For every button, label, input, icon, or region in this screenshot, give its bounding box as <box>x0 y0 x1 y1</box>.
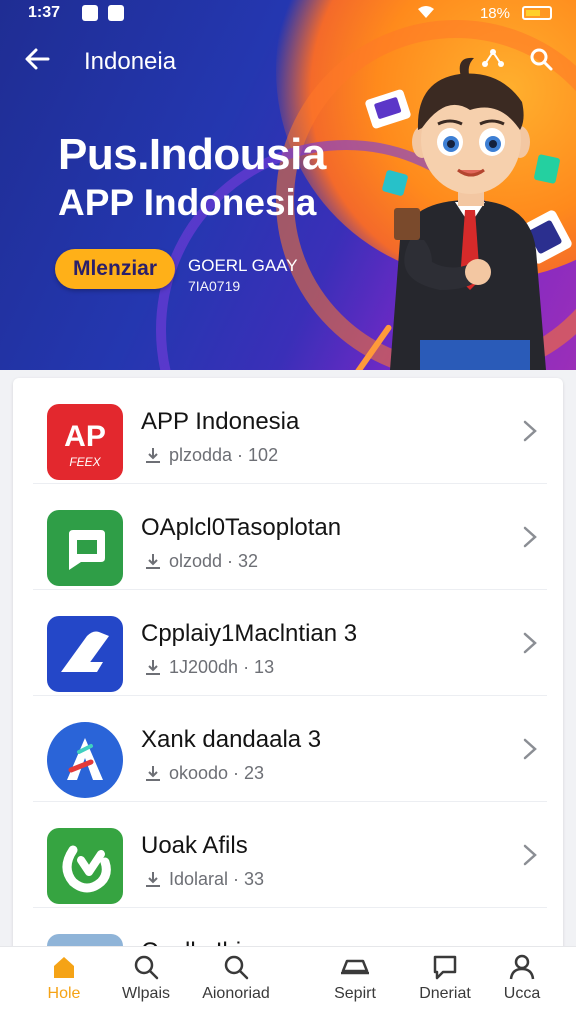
search-icon <box>224 955 249 980</box>
chevron-right-icon <box>523 420 537 442</box>
app-meta: okoodo · 23 <box>143 763 264 784</box>
nav-label: Hole <box>47 985 81 1002</box>
mascot-illustration <box>390 57 546 370</box>
hero-banner: 1:37 18% Indoneia Pus.Indousia APP Indon… <box>0 0 576 370</box>
share-icon[interactable] <box>480 46 506 72</box>
app-meta: Idolaral · 33 <box>143 869 264 890</box>
search-icon[interactable] <box>528 46 554 72</box>
home-icon <box>54 957 74 978</box>
nav-label: Wlpais <box>121 985 170 1002</box>
app-list: AP FEEX APP Indonesia plzodda · 102 OApl… <box>13 378 563 1024</box>
green-chat-app-icon <box>47 510 123 586</box>
nav-label: Sepirt <box>334 985 376 1002</box>
blue-arrow-app-icon <box>47 616 123 692</box>
chevron-right-icon <box>523 526 537 548</box>
app-name: OAplcl0Tasoplotan <box>141 514 342 541</box>
app-meta: plzodda · 102 <box>143 445 278 466</box>
green-refresh-app-icon <box>47 828 123 904</box>
app-name: Cpplaiy1Maclntian 3 <box>141 620 358 647</box>
app-name: Xank dandaala 3 <box>141 726 322 753</box>
notification-icon <box>82 5 98 21</box>
download-icon <box>146 766 160 781</box>
nav-ucca[interactable]: Ucca <box>490 947 554 1024</box>
nav-label: Dneriat <box>419 985 471 1002</box>
app-meta-text: Idolaral · 33 <box>169 869 265 889</box>
chat-icon <box>433 955 457 980</box>
status-bar: 1:37 18% <box>0 0 576 28</box>
apex-red-app-icon: AP FEEX <box>47 404 123 480</box>
car-icon <box>341 959 369 975</box>
app-meta: olzodd · 32 <box>143 551 258 572</box>
search-icon <box>134 955 159 980</box>
download-icon <box>146 872 160 887</box>
hero-subheadline: APP Indonesia <box>58 182 317 223</box>
app-name: APP Indonesia <box>141 408 300 435</box>
status-time: 1:37 <box>28 4 61 21</box>
battery-icon <box>522 6 552 20</box>
back-arrow-icon[interactable] <box>22 44 52 80</box>
wifi-icon <box>416 4 436 25</box>
hero-headline: Pus.Indousia <box>58 130 326 179</box>
nav-label: Ucca <box>503 985 541 1002</box>
page-title: Indoneia <box>84 48 177 75</box>
nav-label: Aionoriad <box>202 985 270 1002</box>
list-item[interactable]: OAplcl0Tasoplotan olzodd · 32 <box>13 484 563 590</box>
hero-cta-button[interactable]: Mlenziar <box>55 249 175 289</box>
nav-dneriat[interactable]: Dneriat <box>400 947 490 1024</box>
battery-percent: 18% <box>479 5 510 22</box>
app-meta: 1J200dh · 13 <box>143 657 274 678</box>
nav-aionoriad[interactable]: Aionoriad <box>188 947 284 1024</box>
letter-a-app-icon <box>47 722 123 798</box>
chevron-right-icon <box>523 738 537 760</box>
chevron-right-icon <box>523 844 537 866</box>
download-icon <box>146 554 160 569</box>
bottom-navigation: Hole Wlpais Aionoriad Sepirt Dneriat Ucc… <box>0 946 576 1024</box>
profile-icon <box>509 954 535 980</box>
nav-sepirt[interactable]: Sepirt <box>312 947 398 1024</box>
list-item[interactable]: Uoak Afils Idolaral · 33 <box>13 802 563 908</box>
download-icon <box>146 448 160 463</box>
app-meta-text: okoodo · 23 <box>169 763 265 783</box>
hero-caption: GOERL GAAY <box>188 256 298 275</box>
hero-caption-secondary: 7IA0719 <box>188 278 241 294</box>
nav-wlpais[interactable]: Wlpais <box>104 947 188 1024</box>
app-meta-text: olzodd · 32 <box>169 551 259 571</box>
nav-home[interactable]: Hole <box>24 947 104 1024</box>
list-item[interactable]: Cpplaiy1Maclntian 3 1J200dh · 13 <box>13 590 563 696</box>
chevron-right-icon <box>523 632 537 654</box>
notification-icon <box>108 5 124 21</box>
app-icon-caption: FEEX <box>69 455 101 469</box>
app-bar: Indoneia <box>0 40 576 84</box>
download-icon <box>146 660 160 675</box>
list-item[interactable]: AP FEEX APP Indonesia plzodda · 102 <box>13 378 563 484</box>
app-meta-text: plzodda · 102 <box>169 445 279 465</box>
app-icon-text: AP <box>64 420 106 453</box>
app-meta-text: 1J200dh · 13 <box>169 657 275 677</box>
app-name: Uoak Afils <box>141 832 248 859</box>
list-item[interactable]: Xank dandaala 3 okoodo · 23 <box>13 696 563 802</box>
